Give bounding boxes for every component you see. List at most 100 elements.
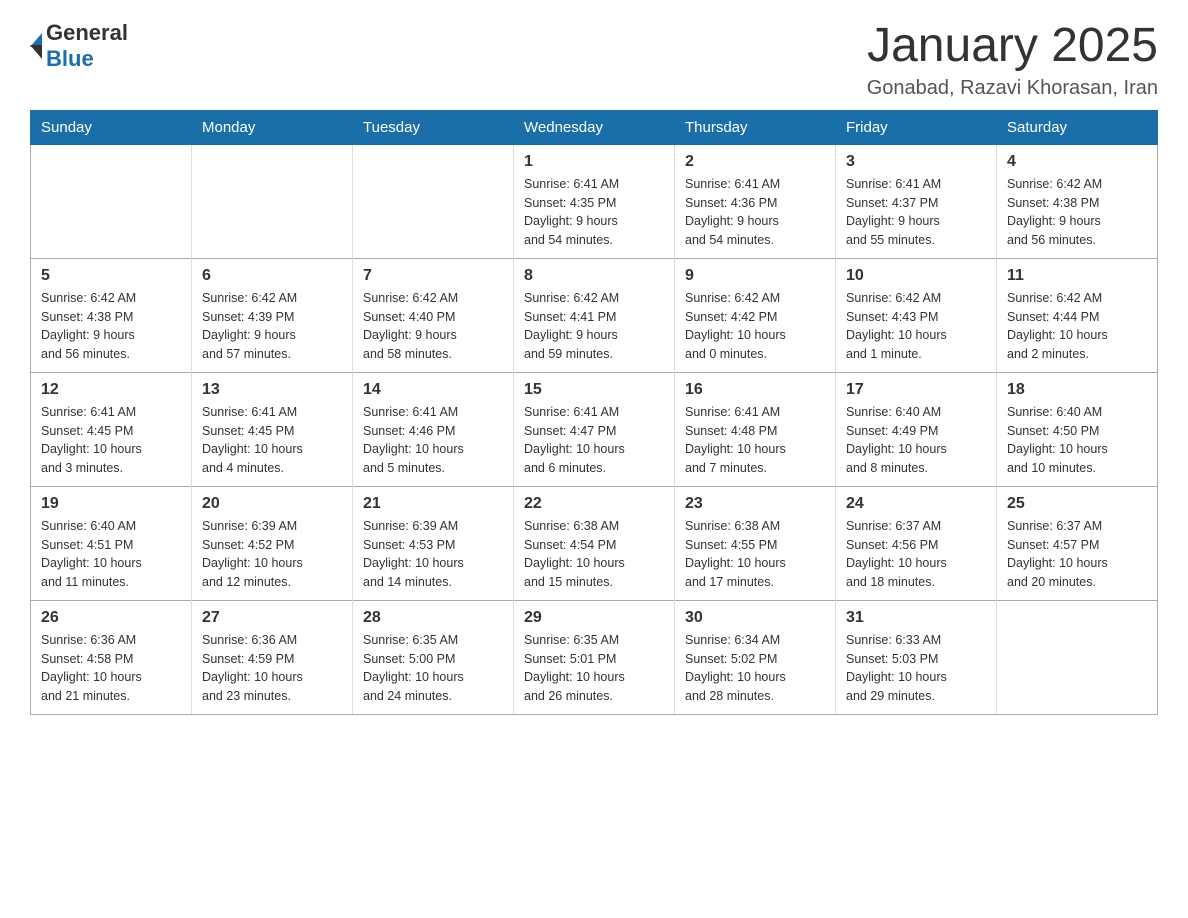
- day-number: 29: [524, 609, 664, 627]
- day-number: 8: [524, 267, 664, 285]
- day-info: Sunrise: 6:33 AMSunset: 5:03 PMDaylight:…: [846, 631, 986, 706]
- title-section: January 2025 Gonabad, Razavi Khorasan, I…: [867, 20, 1158, 100]
- calendar-week-3: 12Sunrise: 6:41 AMSunset: 4:45 PMDayligh…: [31, 372, 1158, 486]
- day-number: 15: [524, 381, 664, 399]
- calendar-cell: 28 Sunrise: 6:35 AMSunset: 5:00 PMDayligh…: [353, 600, 514, 714]
- page-title: January 2025: [867, 20, 1158, 73]
- day-number: 1: [524, 153, 664, 171]
- day-info: Sunrise: 6:42 AMSunset: 4:39 PMDaylight:…: [202, 289, 342, 364]
- day-number: 11: [1007, 267, 1147, 285]
- calendar-cell: 14 Sunrise: 6:41 AMSunset: 4:46 PMDayligh…: [353, 372, 514, 486]
- calendar-cell: 23 Sunrise: 6:38 AMSunset: 4:55 PMDayligh…: [675, 486, 836, 600]
- calendar-cell: 22 Sunrise: 6:38 AMSunset: 4:54 PMDayligh…: [514, 486, 675, 600]
- calendar-cell: 10Sunrise: 6:42 AMSunset: 4:43 PMDayligh…: [836, 258, 997, 372]
- calendar-table: SundayMondayTuesdayWednesdayThursdayFrid…: [30, 110, 1158, 715]
- day-info: Sunrise: 6:42 AMSunset: 4:43 PMDaylight:…: [846, 289, 986, 364]
- day-number: 6: [202, 267, 342, 285]
- logo-text-blue: Blue: [46, 46, 94, 71]
- calendar-cell: 7Sunrise: 6:42 AMSunset: 4:40 PMDaylight…: [353, 258, 514, 372]
- day-info: Sunrise: 6:38 AMSunset: 4:55 PMDaylight:…: [685, 517, 825, 592]
- calendar-cell: [997, 600, 1158, 714]
- calendar-cell: 18Sunrise: 6:40 AMSunset: 4:50 PMDayligh…: [997, 372, 1158, 486]
- day-number: 31: [846, 609, 986, 627]
- calendar-week-4: 19Sunrise: 6:40 AMSunset: 4:51 PMDayligh…: [31, 486, 1158, 600]
- day-info: Sunrise: 6:41 AMSunset: 4:47 PMDaylight:…: [524, 403, 664, 478]
- calendar-cell: 24 Sunrise: 6:37 AMSunset: 4:56 PMDayligh…: [836, 486, 997, 600]
- day-number: 28: [363, 609, 503, 627]
- day-of-week-thursday: Thursday: [675, 110, 836, 144]
- calendar-header: SundayMondayTuesdayWednesdayThursdayFrid…: [31, 110, 1158, 144]
- day-info: Sunrise: 6:40 AMSunset: 4:51 PMDaylight:…: [41, 517, 181, 592]
- day-info: Sunrise: 6:42 AMSunset: 4:40 PMDaylight:…: [363, 289, 503, 364]
- logo-text-general: General: [46, 20, 128, 45]
- day-of-week-saturday: Saturday: [997, 110, 1158, 144]
- day-info: Sunrise: 6:37 AMSunset: 4:56 PMDaylight:…: [846, 517, 986, 592]
- days-of-week-row: SundayMondayTuesdayWednesdayThursdayFrid…: [31, 110, 1158, 144]
- day-of-week-sunday: Sunday: [31, 110, 192, 144]
- day-info: Sunrise: 6:35 AMSunset: 5:00 PMDaylight:…: [363, 631, 503, 706]
- day-number: 24: [846, 495, 986, 513]
- day-number: 20: [202, 495, 342, 513]
- day-number: 2: [685, 153, 825, 171]
- calendar-cell: 17Sunrise: 6:40 AMSunset: 4:49 PMDayligh…: [836, 372, 997, 486]
- calendar-cell: 12Sunrise: 6:41 AMSunset: 4:45 PMDayligh…: [31, 372, 192, 486]
- calendar-cell: 16Sunrise: 6:41 AMSunset: 4:48 PMDayligh…: [675, 372, 836, 486]
- day-info: Sunrise: 6:41 AMSunset: 4:45 PMDaylight:…: [41, 403, 181, 478]
- day-number: 21: [363, 495, 503, 513]
- calendar-cell: 13Sunrise: 6:41 AMSunset: 4:45 PMDayligh…: [192, 372, 353, 486]
- day-info: Sunrise: 6:42 AMSunset: 4:41 PMDaylight:…: [524, 289, 664, 364]
- calendar-cell: 15 Sunrise: 6:41 AMSunset: 4:47 PMDayligh…: [514, 372, 675, 486]
- calendar-cell: [353, 144, 514, 258]
- calendar-cell: 9Sunrise: 6:42 AMSunset: 4:42 PMDaylight…: [675, 258, 836, 372]
- day-info: Sunrise: 6:41 AMSunset: 4:36 PMDaylight:…: [685, 175, 825, 250]
- calendar-cell: 11Sunrise: 6:42 AMSunset: 4:44 PMDayligh…: [997, 258, 1158, 372]
- logo: General Blue: [30, 20, 128, 72]
- day-number: 30: [685, 609, 825, 627]
- day-info: Sunrise: 6:36 AMSunset: 4:59 PMDaylight:…: [202, 631, 342, 706]
- day-info: Sunrise: 6:41 AMSunset: 4:37 PMDaylight:…: [846, 175, 986, 250]
- calendar-cell: 30 Sunrise: 6:34 AMSunset: 5:02 PMDayligh…: [675, 600, 836, 714]
- day-info: Sunrise: 6:41 AMSunset: 4:46 PMDaylight:…: [363, 403, 503, 478]
- calendar-cell: 1 Sunrise: 6:41 AMSunset: 4:35 PMDaylight…: [514, 144, 675, 258]
- day-info: Sunrise: 6:35 AMSunset: 5:01 PMDaylight:…: [524, 631, 664, 706]
- calendar-week-2: 5Sunrise: 6:42 AMSunset: 4:38 PMDaylight…: [31, 258, 1158, 372]
- day-of-week-friday: Friday: [836, 110, 997, 144]
- day-info: Sunrise: 6:34 AMSunset: 5:02 PMDaylight:…: [685, 631, 825, 706]
- day-info: Sunrise: 6:42 AMSunset: 4:38 PMDaylight:…: [1007, 175, 1147, 250]
- calendar-cell: 29 Sunrise: 6:35 AMSunset: 5:01 PMDayligh…: [514, 600, 675, 714]
- calendar-cell: 21 Sunrise: 6:39 AMSunset: 4:53 PMDayligh…: [353, 486, 514, 600]
- calendar-cell: 20 Sunrise: 6:39 AMSunset: 4:52 PMDayligh…: [192, 486, 353, 600]
- day-info: Sunrise: 6:36 AMSunset: 4:58 PMDaylight:…: [41, 631, 181, 706]
- day-of-week-tuesday: Tuesday: [353, 110, 514, 144]
- calendar-week-1: 1 Sunrise: 6:41 AMSunset: 4:35 PMDaylight…: [31, 144, 1158, 258]
- day-info: Sunrise: 6:39 AMSunset: 4:53 PMDaylight:…: [363, 517, 503, 592]
- day-number: 18: [1007, 381, 1147, 399]
- page-subtitle: Gonabad, Razavi Khorasan, Iran: [867, 77, 1158, 100]
- day-number: 22: [524, 495, 664, 513]
- day-number: 23: [685, 495, 825, 513]
- calendar-cell: 31 Sunrise: 6:33 AMSunset: 5:03 PMDayligh…: [836, 600, 997, 714]
- day-info: Sunrise: 6:38 AMSunset: 4:54 PMDaylight:…: [524, 517, 664, 592]
- day-info: Sunrise: 6:40 AMSunset: 4:49 PMDaylight:…: [846, 403, 986, 478]
- day-number: 13: [202, 381, 342, 399]
- day-number: 27: [202, 609, 342, 627]
- calendar-cell: 6 Sunrise: 6:42 AMSunset: 4:39 PMDaylight…: [192, 258, 353, 372]
- calendar-cell: 8 Sunrise: 6:42 AMSunset: 4:41 PMDaylight…: [514, 258, 675, 372]
- day-info: Sunrise: 6:41 AMSunset: 4:35 PMDaylight:…: [524, 175, 664, 250]
- day-info: Sunrise: 6:39 AMSunset: 4:52 PMDaylight:…: [202, 517, 342, 592]
- calendar-body: 1 Sunrise: 6:41 AMSunset: 4:35 PMDaylight…: [31, 144, 1158, 714]
- calendar-cell: 25 Sunrise: 6:37 AMSunset: 4:57 PMDayligh…: [997, 486, 1158, 600]
- calendar-week-5: 26 Sunrise: 6:36 AMSunset: 4:58 PMDayligh…: [31, 600, 1158, 714]
- day-number: 26: [41, 609, 181, 627]
- day-info: Sunrise: 6:42 AMSunset: 4:42 PMDaylight:…: [685, 289, 825, 364]
- day-number: 25: [1007, 495, 1147, 513]
- page-header: General Blue January 2025 Gonabad, Razav…: [30, 20, 1158, 100]
- calendar-cell: 19Sunrise: 6:40 AMSunset: 4:51 PMDayligh…: [31, 486, 192, 600]
- calendar-cell: [31, 144, 192, 258]
- day-number: 14: [363, 381, 503, 399]
- day-info: Sunrise: 6:37 AMSunset: 4:57 PMDaylight:…: [1007, 517, 1147, 592]
- day-number: 4: [1007, 153, 1147, 171]
- calendar-cell: 27 Sunrise: 6:36 AMSunset: 4:59 PMDayligh…: [192, 600, 353, 714]
- day-of-week-monday: Monday: [192, 110, 353, 144]
- logo-icon: [30, 33, 42, 59]
